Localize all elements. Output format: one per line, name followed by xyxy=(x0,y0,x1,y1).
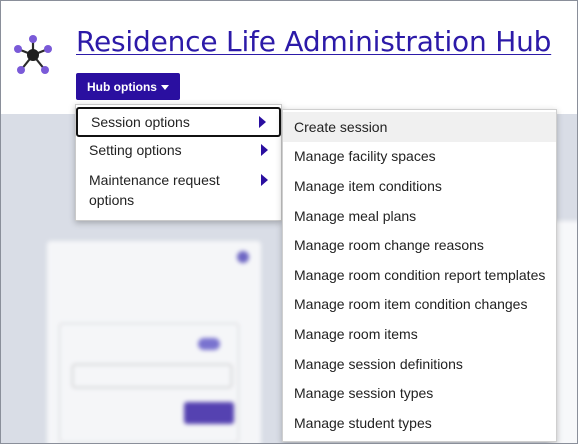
filter-panel-badge-icon xyxy=(237,251,249,263)
caret-down-icon xyxy=(160,84,169,90)
page-header: Residence Life Administration Hub Hub op… xyxy=(1,1,577,114)
app-window: Residence Life Administration Hub Hub op… xyxy=(0,0,578,444)
menu-item-maintenance-request-options[interactable]: Maintenance request options xyxy=(76,170,281,212)
submenu-item-manage-meal-plans[interactable]: Manage meal plans xyxy=(283,201,556,231)
chevron-right-icon xyxy=(259,116,266,128)
hub-options-button[interactable]: Hub options xyxy=(76,73,180,100)
menu-item-label: Session options xyxy=(91,114,190,130)
submenu-item-manage-student-types[interactable]: Manage student types xyxy=(283,408,556,438)
chevron-right-icon xyxy=(261,144,268,156)
filter-toggle-icon xyxy=(198,338,220,350)
menu-item-label: Maintenance request options xyxy=(89,172,220,208)
submenu-item-manage-session-types[interactable]: Manage session types xyxy=(283,378,556,408)
filter-apply-button-blurred xyxy=(184,402,234,424)
menu-item-label: Setting options xyxy=(89,142,182,158)
menu-item-session-options[interactable]: Session options xyxy=(76,107,281,137)
hub-options-menu: Session options Setting options Maintena… xyxy=(75,104,282,221)
filter-select-blurred xyxy=(72,364,232,388)
submenu-item-manage-session-definitions[interactable]: Manage session definitions xyxy=(283,349,556,379)
hub-options-label: Hub options xyxy=(87,79,157,94)
session-options-submenu: Create session Manage facility spaces Ma… xyxy=(282,109,557,442)
submenu-item-manage-room-items[interactable]: Manage room items xyxy=(283,319,556,349)
page-title[interactable]: Residence Life Administration Hub xyxy=(76,25,551,58)
filter-subpanel xyxy=(59,323,239,443)
submenu-item-manage-room-change-reasons[interactable]: Manage room change reasons xyxy=(283,230,556,260)
network-hub-icon xyxy=(14,35,52,74)
chevron-right-icon xyxy=(261,174,268,186)
menu-item-setting-options[interactable]: Setting options xyxy=(76,140,281,164)
filter-panel-background xyxy=(47,241,261,443)
submenu-item-manage-item-conditions[interactable]: Manage item conditions xyxy=(283,171,556,201)
submenu-item-manage-room-item-condition-changes[interactable]: Manage room item condition changes xyxy=(283,289,556,319)
submenu-item-manage-facility-spaces[interactable]: Manage facility spaces xyxy=(283,141,556,171)
submenu-item-manage-room-condition-report-templates[interactable]: Manage room condition report templates xyxy=(283,260,556,290)
submenu-item-create-session[interactable]: Create session xyxy=(283,112,556,142)
